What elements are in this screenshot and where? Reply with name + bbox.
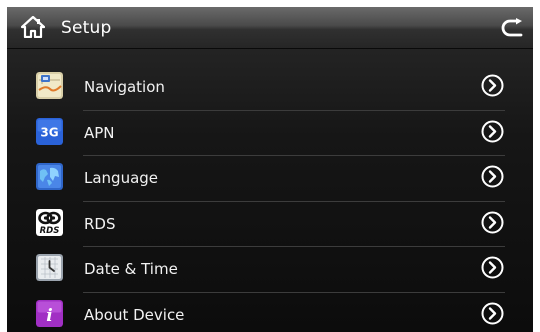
navigation-map-icon bbox=[36, 72, 63, 99]
rds-icon-text: RDS bbox=[40, 226, 60, 236]
chevron-right-circle-icon[interactable] bbox=[481, 302, 504, 325]
menu-item-apn[interactable]: 3G APN bbox=[7, 111, 533, 157]
menu-item-label: Date & Time bbox=[84, 260, 178, 279]
language-globe-icon bbox=[36, 163, 63, 191]
page-title: Setup bbox=[61, 18, 112, 38]
chevron-right-circle-icon[interactable] bbox=[481, 165, 504, 188]
menu-item-date-time[interactable]: Date & Time bbox=[7, 247, 533, 293]
menu-item-label: RDS bbox=[84, 214, 116, 233]
menu-item-label: About Device bbox=[84, 305, 185, 324]
menu-item-label: Navigation bbox=[84, 78, 165, 96]
return-arrow-icon[interactable] bbox=[501, 18, 525, 38]
menu-item-label: Language bbox=[84, 169, 159, 188]
chevron-right-circle-icon[interactable] bbox=[481, 211, 504, 234]
chevron-right-circle-icon[interactable] bbox=[481, 74, 504, 97]
menu-item-label: APN bbox=[84, 123, 115, 142]
menu-item-rds[interactable]: RDS RDS bbox=[7, 202, 533, 248]
info-icon: i bbox=[36, 299, 63, 327]
menu-item-language[interactable]: Language bbox=[7, 156, 533, 202]
settings-list: Navigation 3G APN Language RDS RDS Date … bbox=[7, 65, 533, 332]
menu-item-navigation[interactable]: Navigation bbox=[7, 65, 533, 111]
setup-screen: Setup Navigation 3G APN Language RDS RDS… bbox=[7, 7, 533, 332]
header-bar: Setup bbox=[7, 7, 533, 49]
info-icon-text: i bbox=[46, 306, 52, 326]
rds-radio-icon: RDS bbox=[36, 208, 63, 236]
3g-icon-text: 3G bbox=[40, 125, 58, 139]
chevron-right-circle-icon[interactable] bbox=[481, 120, 504, 143]
home-icon[interactable] bbox=[21, 16, 45, 38]
date-time-clock-icon bbox=[36, 254, 63, 282]
menu-item-about-device[interactable]: i About Device bbox=[7, 293, 533, 332]
chevron-right-circle-icon[interactable] bbox=[481, 256, 504, 279]
3g-network-icon: 3G bbox=[36, 117, 63, 145]
